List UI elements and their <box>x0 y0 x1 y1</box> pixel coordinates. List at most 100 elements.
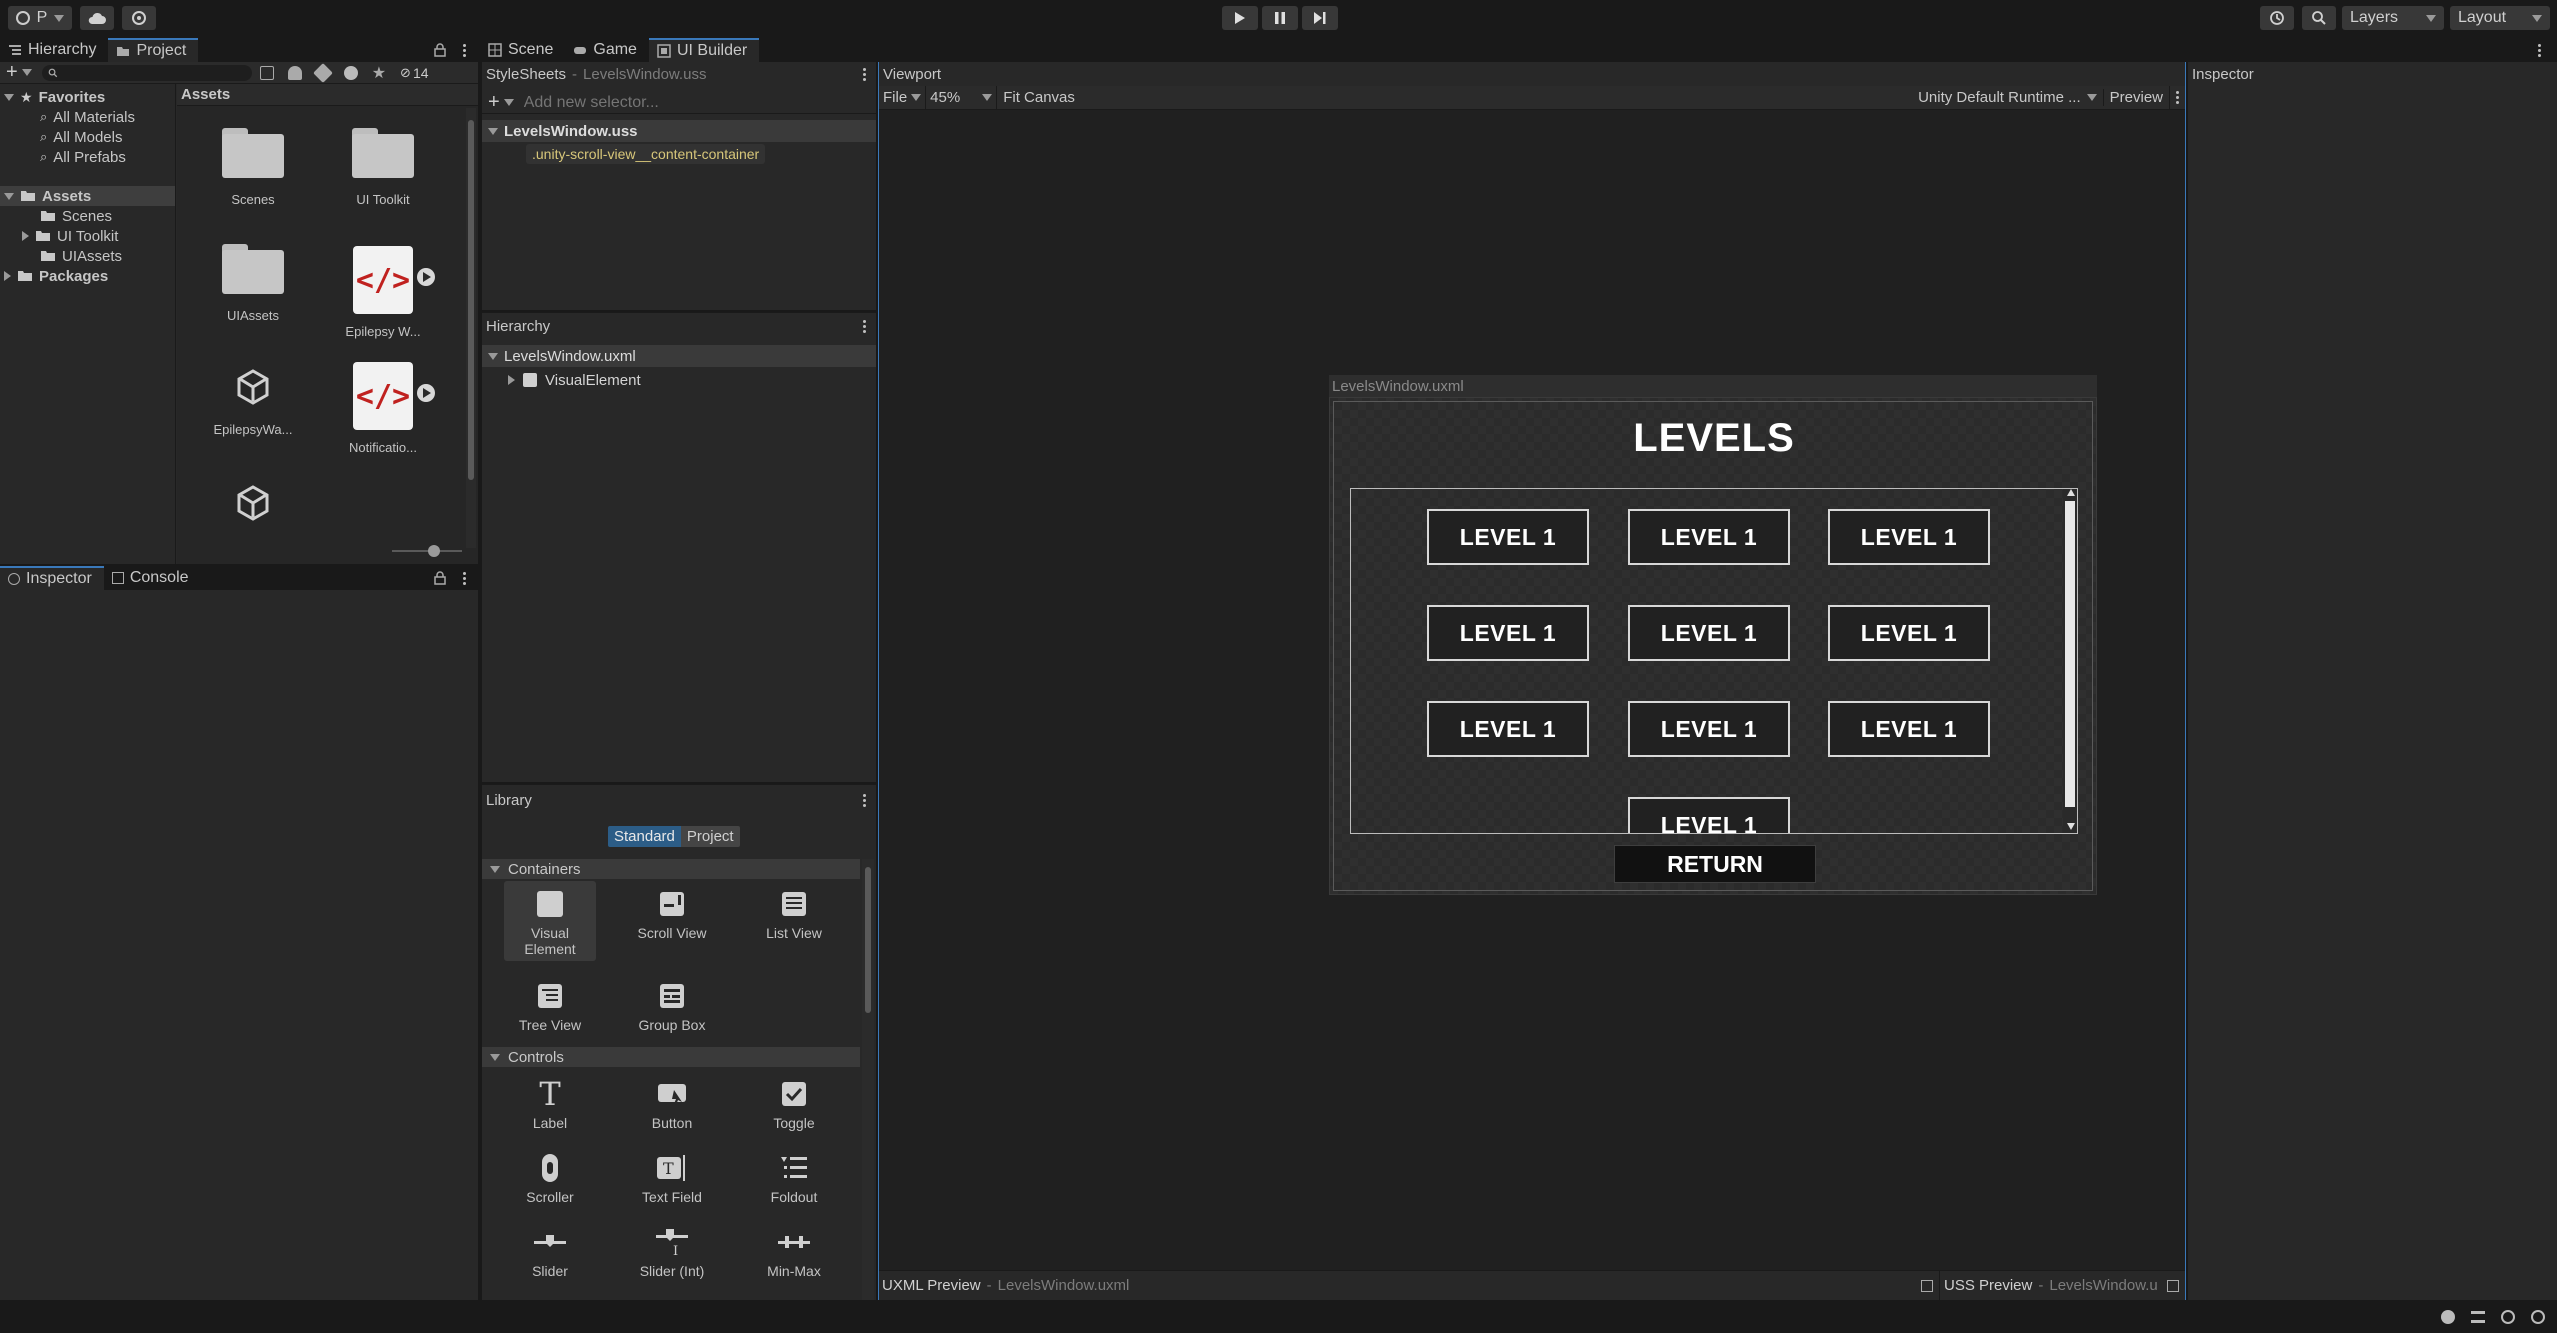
library-item-scroller[interactable]: Scroller <box>505 1151 595 1205</box>
viewport-menu-icon[interactable] <box>2169 85 2185 110</box>
account-dropdown[interactable]: P <box>8 6 72 30</box>
tab-scene[interactable]: Scene <box>480 38 565 62</box>
lock-icon[interactable] <box>434 571 446 585</box>
layout-dropdown[interactable]: Layout <box>2450 6 2550 30</box>
preview-toggle[interactable]: Preview <box>2102 89 2169 106</box>
warning-filter-icon[interactable] <box>343 65 358 80</box>
pause-button[interactable] <box>1262 6 1298 30</box>
levels-scrollbar[interactable] <box>2063 489 2077 833</box>
cloud-button[interactable] <box>80 6 114 30</box>
level-button[interactable]: LEVEL 1 <box>1427 509 1589 565</box>
scrollbar-thumb[interactable] <box>2065 501 2075 807</box>
level-button[interactable]: LEVEL 1 <box>1828 701 1990 757</box>
search-button[interactable] <box>2302 6 2336 30</box>
level-button[interactable]: LEVEL 1 <box>1628 797 1790 833</box>
level-button[interactable]: LEVEL 1 <box>1628 701 1790 757</box>
level-button[interactable]: LEVEL 1 <box>1828 509 1990 565</box>
library-item-text-field[interactable]: T Text Field <box>627 1151 717 1205</box>
open-external-icon[interactable] <box>1921 1279 1933 1292</box>
level-button[interactable]: LEVEL 1 <box>1427 605 1589 661</box>
panel-menu-icon[interactable] <box>2531 43 2547 57</box>
library-tab-standard[interactable]: Standard <box>608 825 681 847</box>
level-button[interactable]: LEVEL 1 <box>1628 605 1790 661</box>
controls-section-header[interactable]: Controls <box>482 1047 860 1067</box>
asset-item-uiassets[interactable]: UIAssets <box>193 244 313 323</box>
library-item-slider[interactable]: Slider <box>505 1225 595 1279</box>
selector-pill[interactable]: .unity-scroll-view__content-container <box>526 144 766 164</box>
new-selector-input[interactable] <box>523 93 864 112</box>
library-item-foldout[interactable]: Foldout <box>749 1151 839 1205</box>
level-button[interactable]: LEVEL 1 <box>1628 509 1790 565</box>
create-button[interactable]: + <box>6 61 32 84</box>
canvas-title-bar[interactable]: LevelsWindow.uxml <box>1329 375 2097 397</box>
fit-canvas-button[interactable]: Fit Canvas <box>997 89 1081 106</box>
file-menu[interactable]: File <box>879 86 925 110</box>
tree-item-all-materials[interactable]: ⌕ All Materials <box>40 107 135 127</box>
tree-item-uiassets[interactable]: UIAssets <box>40 246 122 266</box>
return-button[interactable]: RETURN <box>1614 845 1816 883</box>
library-item-toggle[interactable]: Toggle <box>749 1077 839 1131</box>
library-item-tree-view[interactable]: Tree View <box>505 979 595 1033</box>
tree-item-ui-toolkit[interactable]: UI Toolkit <box>22 226 118 246</box>
panel-menu-icon[interactable] <box>856 67 872 81</box>
layers-dropdown[interactable]: Layers <box>2342 6 2444 30</box>
stylesheet-row[interactable]: LevelsWindow.uss <box>482 120 876 142</box>
debug-icon[interactable] <box>2441 1309 2455 1324</box>
asset-grid-scrollbar[interactable] <box>466 108 476 548</box>
tree-assets[interactable]: Assets <box>4 186 91 206</box>
level-button[interactable]: LEVEL 1 <box>1828 605 1990 661</box>
asset-item-epilepsy-window[interactable]: </> Epilepsy W... <box>323 246 443 339</box>
level-button[interactable]: LEVEL 1 <box>1427 701 1589 757</box>
history-button[interactable] <box>2260 6 2294 30</box>
uxml-preview-header[interactable]: UXML Preview - LevelsWindow.uxml <box>879 1271 1939 1301</box>
library-item-min-max[interactable]: Min-Max <box>749 1225 839 1279</box>
levels-window-root[interactable]: LEVELS LEVEL 1 LEVEL 1 LEVEL 1 LEVEL 1 L… <box>1333 401 2093 891</box>
label-filter-icon[interactable] <box>312 62 333 83</box>
open-external-icon[interactable] <box>2167 1279 2179 1292</box>
asset-item-notification[interactable]: </> Notificatio... <box>323 362 443 455</box>
asset-item-scenes[interactable]: Scenes <box>193 128 313 207</box>
step-button[interactable] <box>1302 6 1338 30</box>
tree-favorites[interactable]: ★ Favorites <box>4 87 105 107</box>
tab-console[interactable]: Console <box>104 566 201 590</box>
tab-hierarchy[interactable]: Hierarchy <box>0 38 108 62</box>
tree-packages[interactable]: Packages <box>4 266 108 286</box>
uxml-root-row[interactable]: LevelsWindow.uxml <box>482 345 876 367</box>
zoom-dropdown[interactable]: 45% <box>925 85 998 110</box>
project-search-input[interactable] <box>41 64 252 81</box>
lock-icon[interactable] <box>434 43 446 57</box>
slider-handle[interactable] <box>428 545 440 557</box>
panel-menu-icon[interactable] <box>456 571 472 585</box>
icon-size-slider[interactable] <box>392 545 462 557</box>
asset-item-epilepsy-warning[interactable]: EpilepsyWa... <box>193 368 313 437</box>
containers-section-header[interactable]: Containers <box>482 859 860 879</box>
layers-stack-icon[interactable] <box>2471 1310 2485 1323</box>
library-tab-project[interactable]: Project <box>680 825 740 847</box>
filter-type-icon[interactable] <box>287 65 302 80</box>
scroll-up-arrow-icon[interactable] <box>2067 489 2075 496</box>
tree-item-all-models[interactable]: ⌕ All Models <box>40 127 122 147</box>
scrollbar-thumb[interactable] <box>468 120 474 480</box>
star-icon[interactable]: ★ <box>372 63 386 83</box>
panel-menu-icon[interactable] <box>856 319 872 333</box>
tab-inspector[interactable]: Inspector <box>0 566 104 590</box>
hidden-packages-toggle[interactable]: ⊘ 14 <box>400 65 428 81</box>
library-item-scroll-view[interactable]: Scroll View <box>627 887 717 941</box>
tree-item-scenes[interactable]: Scenes <box>40 206 112 226</box>
uss-preview-header[interactable]: USS Preview - LevelsWindow.u <box>1939 1270 2185 1301</box>
tab-ui-builder[interactable]: UI Builder <box>648 38 760 62</box>
play-button[interactable] <box>1222 6 1258 30</box>
search-by-type-icon[interactable] <box>259 65 274 80</box>
library-item-label-control[interactable]: T Label <box>505 1077 595 1131</box>
status-check-icon[interactable] <box>2531 1309 2545 1324</box>
library-item-slider-int[interactable]: I Slider (Int) <box>627 1225 717 1279</box>
panel-menu-icon[interactable] <box>856 793 872 807</box>
visual-element-row[interactable]: VisualElement <box>508 369 641 391</box>
add-stylesheet-button[interactable]: + <box>488 91 514 114</box>
asset-item-ui-toolkit[interactable]: UI Toolkit <box>323 128 443 207</box>
tab-project[interactable]: Project <box>108 38 199 62</box>
library-item-list-view[interactable]: List View <box>749 887 839 941</box>
library-item-group-box[interactable]: Group Box <box>627 979 717 1033</box>
asset-item-prefab[interactable] <box>193 484 313 524</box>
collab-button[interactable] <box>122 6 156 30</box>
